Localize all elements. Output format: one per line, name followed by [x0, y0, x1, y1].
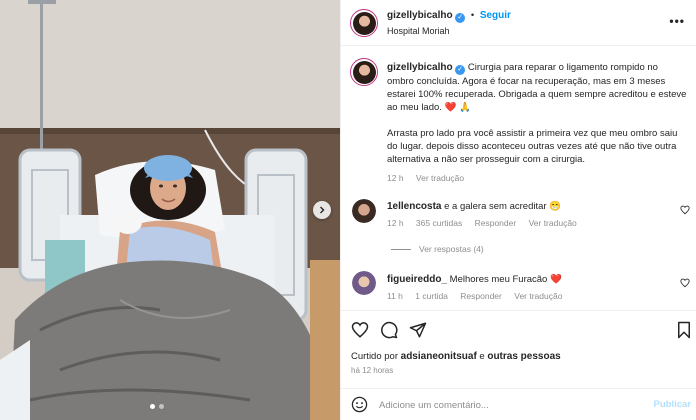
- comment-like-heart-icon[interactable]: [680, 278, 690, 288]
- post-caption: gizellybicalho ✓ Cirurgia para reparar o…: [387, 61, 687, 185]
- comment-time: 11 h: [387, 291, 403, 301]
- liked-by-user[interactable]: adsianeonitsuaf: [401, 351, 477, 362]
- comment-reply-button[interactable]: Responder: [460, 291, 502, 301]
- verified-badge-icon: ✓: [455, 65, 466, 75]
- publish-button[interactable]: Publicar: [654, 399, 692, 410]
- more-options-button[interactable]: •••: [669, 14, 685, 28]
- comment-likes-count[interactable]: 365 curtidas: [416, 218, 462, 228]
- comment-input[interactable]: [379, 396, 639, 414]
- caption-username[interactable]: gizellybicalho: [387, 62, 453, 73]
- comment-likes-count[interactable]: 1 curtida: [415, 291, 448, 301]
- instagram-post: gizellybicalho ✓ • Seguir Hospital Moria…: [0, 0, 696, 420]
- liked-by: Curtido por adsianeonitsuaf e outras pes…: [351, 351, 561, 362]
- comment-item: 1ellencosta e a galera sem acreditar 😁 1…: [387, 200, 667, 230]
- caption-meta: 12 h Ver tradução: [387, 172, 687, 185]
- caption-avatar[interactable]: [350, 58, 378, 86]
- carousel-dot: [159, 404, 164, 409]
- replies-line: [391, 249, 411, 251]
- view-replies-label: Ver respostas (4): [419, 244, 484, 254]
- add-comment-bar: Publicar: [341, 388, 696, 420]
- comment-time: 12 h: [387, 218, 404, 228]
- author-avatar[interactable]: [350, 9, 378, 37]
- caption-time: 12 h: [387, 173, 404, 183]
- emoji-icon[interactable]: [351, 396, 368, 413]
- caption-translate-link[interactable]: Ver tradução: [416, 173, 464, 183]
- comment-reply-button[interactable]: Responder: [475, 218, 517, 228]
- comment-username[interactable]: 1ellencosta: [387, 201, 441, 212]
- author-username[interactable]: gizellybicalho: [387, 10, 453, 21]
- view-replies-button[interactable]: Ver respostas (4): [391, 244, 484, 254]
- post-photo[interactable]: [0, 0, 340, 420]
- comment-text: e a galera sem acreditar 😁: [444, 201, 562, 212]
- liked-by-prefix: Curtido por: [351, 351, 401, 362]
- comment-meta: 12 h 365 curtidas Responder Ver tradução: [387, 217, 667, 230]
- comment-avatar-1ellencosta[interactable]: [352, 199, 376, 223]
- carousel-indicator: [150, 404, 164, 409]
- chevron-right-icon: [320, 206, 325, 214]
- verified-badge-icon: ✓: [455, 13, 466, 23]
- comment-username[interactable]: figueireddo_: [387, 274, 447, 285]
- liked-by-and: e: [476, 351, 488, 362]
- post-actions: Curtido por adsianeonitsuaf e outras pes…: [341, 310, 696, 386]
- post-side-panel: gizellybicalho ✓ • Seguir Hospital Moria…: [340, 0, 696, 420]
- comment-translate-link[interactable]: Ver tradução: [529, 218, 577, 228]
- hospital-bed-photo: [0, 0, 340, 420]
- bookmark-icon[interactable]: [675, 321, 693, 339]
- share-icon[interactable]: [409, 321, 427, 339]
- comment-avatar-figueireddo[interactable]: [352, 271, 376, 295]
- heart-icon[interactable]: [351, 321, 369, 339]
- comment-meta: 11 h 1 curtida Responder Ver tradução: [387, 290, 667, 303]
- liked-by-others[interactable]: outras pessoas: [487, 351, 560, 362]
- comment-item: figueireddo_ Melhores meu Furacão ❤️ 11 …: [387, 273, 667, 303]
- post-location[interactable]: Hospital Moriah: [387, 26, 450, 36]
- carousel-dot-active: [150, 404, 155, 409]
- follow-button[interactable]: Seguir: [480, 10, 511, 21]
- post-header: gizellybicalho ✓ • Seguir Hospital Moria…: [341, 0, 696, 46]
- caption-paragraph-2: Arrasta pro lado pra você assistir a pri…: [387, 128, 678, 165]
- comment-like-heart-icon[interactable]: [680, 205, 690, 215]
- separator-dot: •: [470, 10, 475, 21]
- comment-translate-link[interactable]: Ver tradução: [514, 291, 562, 301]
- comment-icon[interactable]: [380, 321, 398, 339]
- post-time[interactable]: há 12 horas: [351, 366, 393, 375]
- comment-text: Melhores meu Furacão ❤️: [449, 274, 562, 285]
- next-photo-button[interactable]: [313, 201, 331, 219]
